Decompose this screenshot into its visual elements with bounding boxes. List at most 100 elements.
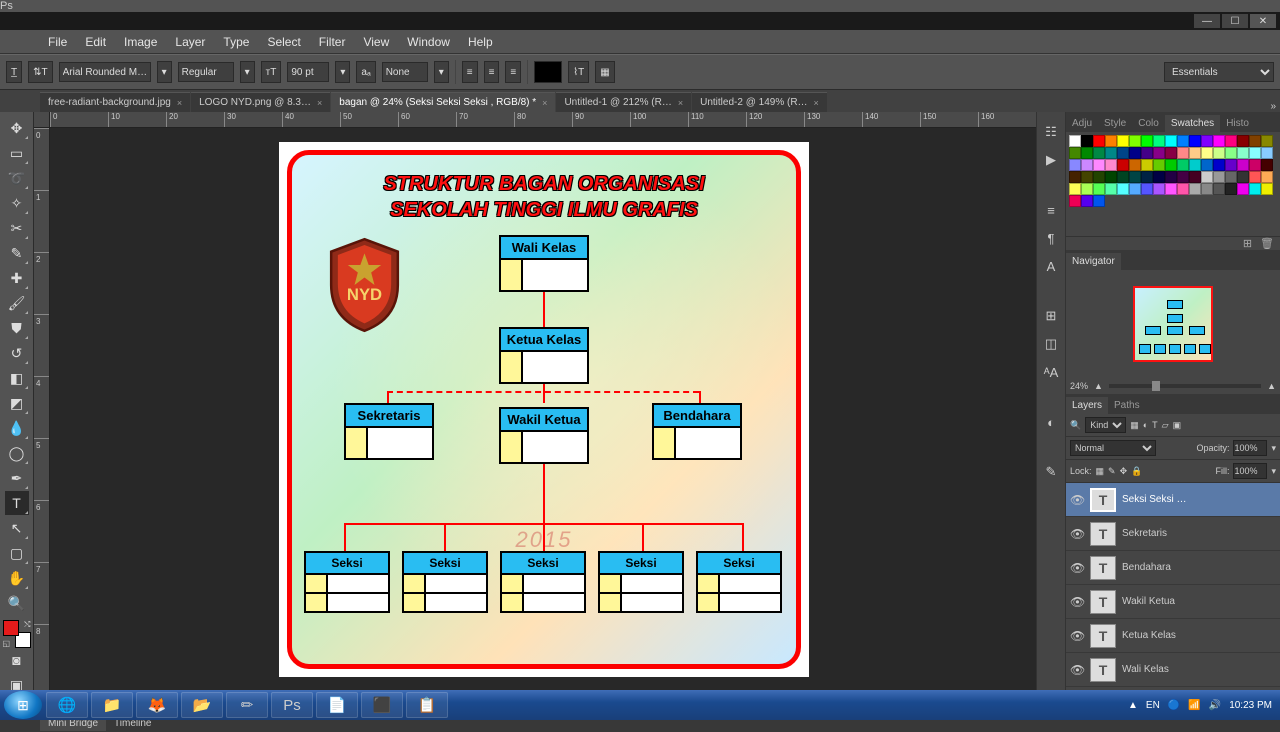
fill-input[interactable] (1233, 463, 1267, 479)
menu-filter[interactable]: Filter (311, 32, 354, 52)
lasso-tool-icon[interactable]: ➰ (5, 166, 29, 190)
doc-tab[interactable]: bagan @ 24% (Seksi Seksi Seksi , RGB/8) … (331, 92, 555, 112)
default-colors-icon[interactable]: ◱ (3, 639, 11, 648)
font-style-dropdown-icon[interactable]: ▾ (240, 61, 255, 83)
swatch[interactable] (1081, 195, 1093, 207)
history-brush-icon[interactable]: ↺ (5, 341, 29, 365)
swatch[interactable] (1105, 147, 1117, 159)
swatch[interactable] (1081, 135, 1093, 147)
swatch[interactable] (1213, 183, 1225, 195)
close-icon[interactable]: × (678, 98, 683, 108)
swatch[interactable] (1129, 135, 1141, 147)
swatch[interactable] (1177, 147, 1189, 159)
close-icon[interactable]: × (542, 98, 547, 108)
blend-mode-select[interactable]: Normal (1070, 440, 1156, 456)
doc-tab[interactable]: Untitled-1 @ 212% (R…× (556, 92, 691, 112)
menu-help[interactable]: Help (460, 32, 501, 52)
tab-histogram[interactable]: Histo (1220, 115, 1255, 132)
close-icon[interactable]: × (177, 98, 182, 108)
type-tool-icon[interactable]: T (5, 491, 29, 515)
swatch[interactable] (1225, 135, 1237, 147)
swap-colors-icon[interactable]: ⤭ (24, 620, 30, 630)
swatch[interactable] (1261, 135, 1273, 147)
swatch[interactable] (1117, 171, 1129, 183)
type-tool-preset-icon[interactable]: T̲ (6, 61, 22, 83)
swatch[interactable] (1225, 183, 1237, 195)
filter-kind-icon[interactable]: 🔍 (1070, 420, 1081, 431)
system-tray[interactable]: ▲ EN 🔵 📶 🔊 10:23 PM (1128, 700, 1276, 711)
layer-row[interactable]: 👁TKetua Kelas (1066, 619, 1280, 653)
navigator-thumbnail[interactable] (1133, 286, 1213, 362)
close-icon[interactable]: × (814, 98, 819, 108)
quickmask-icon[interactable]: ◙ (5, 648, 29, 672)
swatch[interactable] (1153, 135, 1165, 147)
wand-tool-icon[interactable]: ✧ (5, 191, 29, 215)
crop-tool-icon[interactable]: ✂ (5, 216, 29, 240)
menu-image[interactable]: Image (116, 32, 165, 52)
pen-tool-icon[interactable]: ✒ (5, 466, 29, 490)
document-canvas[interactable]: STRUKTUR BAGAN ORGANISASI SEKOLAH TINGGI… (279, 142, 809, 677)
tab-color[interactable]: Colo (1132, 115, 1165, 132)
swatch[interactable] (1237, 159, 1249, 171)
tray-clock[interactable]: 10:23 PM (1229, 700, 1272, 711)
swatch[interactable] (1249, 135, 1261, 147)
swatch[interactable] (1081, 183, 1093, 195)
swatch[interactable] (1093, 195, 1105, 207)
menu-window[interactable]: Window (399, 32, 458, 52)
swatch[interactable] (1165, 171, 1177, 183)
dropdown-icon[interactable]: ▾ (1271, 466, 1276, 477)
swatch[interactable] (1081, 147, 1093, 159)
swatch[interactable] (1213, 135, 1225, 147)
swatch[interactable] (1201, 147, 1213, 159)
character-panel-icon[interactable]: A (1041, 256, 1061, 276)
tab-styles[interactable]: Style (1098, 115, 1132, 132)
tray-expand-icon[interactable]: ▲ (1128, 700, 1138, 711)
visibility-icon[interactable]: 👁 (1070, 629, 1084, 643)
hand-tool-icon[interactable]: ✋ (5, 566, 29, 590)
actions-panel-icon[interactable]: ▶ (1041, 150, 1061, 170)
swatch[interactable] (1201, 135, 1213, 147)
canvas-area[interactable]: 0102030405060708090100110120130140150160… (34, 112, 1036, 714)
tab-layers[interactable]: Layers (1066, 397, 1108, 414)
taskbar-app[interactable]: 📋 (406, 692, 448, 718)
menu-type[interactable]: Type (215, 32, 257, 52)
ruler-vertical[interactable]: 012345678 (34, 128, 50, 694)
workspace-select[interactable]: Essentials (1164, 62, 1274, 82)
swatch[interactable] (1237, 147, 1249, 159)
layer-row[interactable]: 👁TSekretaris (1066, 517, 1280, 551)
orientation-toggle-icon[interactable]: ⇅T (28, 61, 53, 83)
swatch[interactable] (1141, 183, 1153, 195)
swatch[interactable] (1201, 171, 1213, 183)
history-panel-icon[interactable]: ☷ (1041, 122, 1061, 142)
start-button[interactable]: ⊞ (4, 691, 42, 719)
tab-adjustments[interactable]: Adju (1066, 115, 1098, 132)
taskbar-app[interactable]: Ps (271, 692, 313, 718)
dropdown-icon[interactable]: ▾ (1271, 443, 1276, 454)
move-tool-icon[interactable]: ✥ (5, 116, 29, 140)
filter-shape-icon[interactable]: ▱ (1162, 420, 1169, 431)
swatch[interactable] (1069, 171, 1081, 183)
tab-paths[interactable]: Paths (1108, 397, 1146, 414)
swatch[interactable] (1069, 183, 1081, 195)
swatch[interactable] (1189, 171, 1201, 183)
font-style-select[interactable] (178, 62, 234, 82)
stamp-tool-icon[interactable]: ⛊ (5, 316, 29, 340)
path-tool-icon[interactable]: ↖ (5, 516, 29, 540)
taskbar-app[interactable]: ✏ (226, 692, 268, 718)
opacity-input[interactable] (1233, 440, 1267, 456)
color-picker[interactable]: ⤭ ◱ (3, 620, 31, 648)
brush-tool-icon[interactable]: 🖌 (5, 291, 29, 315)
swatch[interactable] (1189, 183, 1201, 195)
layers-list[interactable]: 👁TSeksi Seksi …👁TSekretaris👁TBendahara👁T… (1066, 483, 1280, 694)
swatch[interactable] (1225, 171, 1237, 183)
swatch[interactable] (1165, 183, 1177, 195)
menu-file[interactable]: File (40, 32, 75, 52)
swatch[interactable] (1069, 147, 1081, 159)
swatch[interactable] (1117, 183, 1129, 195)
swatch[interactable] (1153, 171, 1165, 183)
swatch[interactable] (1069, 159, 1081, 171)
menu-select[interactable]: Select (259, 32, 308, 52)
swatch[interactable] (1069, 135, 1081, 147)
panel-icon[interactable]: ¶ (1041, 228, 1061, 248)
tab-swatches[interactable]: Swatches (1165, 115, 1220, 132)
